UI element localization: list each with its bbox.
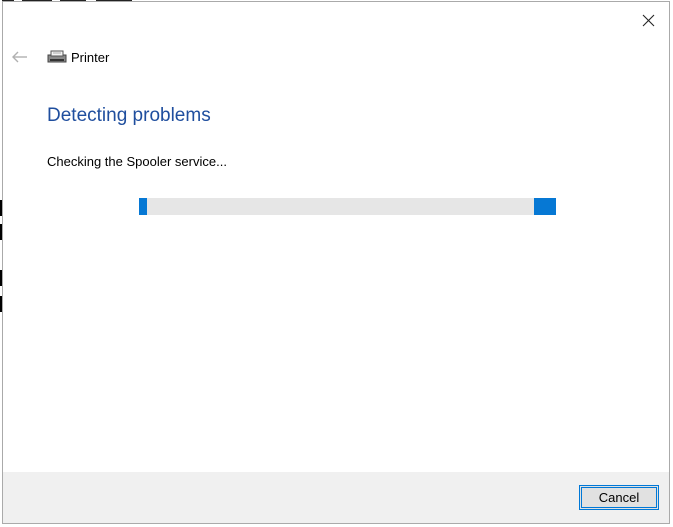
progress-marquee-segment [534, 198, 556, 215]
cancel-button[interactable]: Cancel [579, 485, 659, 510]
dialog-footer: Cancel [3, 472, 669, 523]
progress-marquee-segment [139, 198, 147, 215]
back-arrow-icon [12, 51, 27, 63]
close-button[interactable] [637, 9, 659, 31]
navigation-bar: Printer [9, 45, 109, 69]
back-button[interactable] [9, 46, 31, 68]
status-text: Checking the Spooler service... [47, 154, 227, 169]
screen: Printer Detecting problems Checking the … [0, 0, 673, 527]
printer-icon [47, 48, 67, 66]
window-title: Printer [71, 49, 110, 65]
troubleshooter-dialog: Printer Detecting problems Checking the … [2, 1, 670, 524]
page-title: Detecting problems [47, 105, 211, 126]
close-icon [642, 14, 654, 26]
progress-bar [139, 198, 556, 215]
